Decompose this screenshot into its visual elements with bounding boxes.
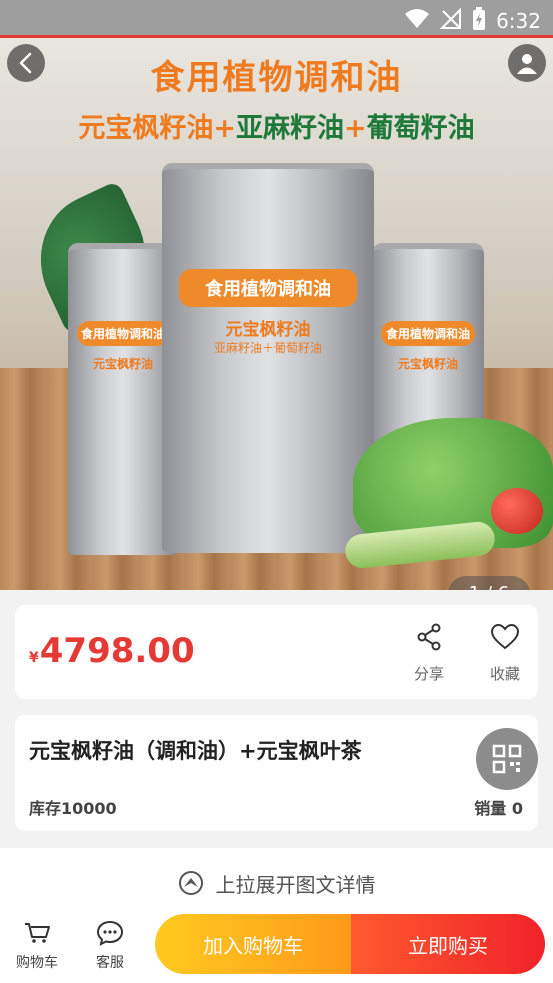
can-sub: 元宝枫籽油 xyxy=(225,320,311,340)
cart-tab-label: 购物车 xyxy=(16,955,58,971)
chevron-left-icon xyxy=(19,52,32,74)
wifi-icon xyxy=(404,8,430,34)
can-sub2: 亚麻籽油＋葡萄籽油 xyxy=(213,341,322,355)
add-to-cart-button[interactable]: 加入购物车 xyxy=(155,914,351,974)
favorite-button[interactable]: 收藏 xyxy=(475,621,535,684)
oil-can-center: 食用植物调和油 元宝枫籽油 亚麻籽油＋葡萄籽油 xyxy=(162,163,374,553)
customer-service-label: 客服 xyxy=(96,955,124,971)
user-icon xyxy=(517,54,537,74)
share-label: 分享 xyxy=(413,665,444,683)
can-sub: 元宝枫籽油 xyxy=(397,357,458,371)
status-icons: 6:32 xyxy=(404,7,541,35)
favorite-label: 收藏 xyxy=(489,665,520,683)
share-button[interactable]: 分享 xyxy=(399,621,459,684)
price: ¥ 4798.00 xyxy=(29,631,195,671)
arrow-up-circle-icon xyxy=(178,871,203,895)
sales-count: 销量 0 xyxy=(474,799,523,818)
stock-count: 库存10000 xyxy=(29,799,117,818)
page-indicator: 1 / 6 xyxy=(448,576,530,590)
tomato-decoration xyxy=(491,488,543,534)
hero-subtitle: 元宝枫籽油+亚麻籽油+葡萄籽油 xyxy=(0,106,553,145)
back-button[interactable] xyxy=(7,44,45,82)
customer-service-tab[interactable]: 客服 xyxy=(80,920,140,972)
buy-now-button[interactable]: 立即购买 xyxy=(351,914,545,974)
price-card: ¥ 4798.00 分享 收藏 xyxy=(15,605,538,699)
cart-tab[interactable]: 购物车 xyxy=(7,920,67,972)
user-button[interactable] xyxy=(508,44,546,82)
shopping-cart-icon xyxy=(7,920,67,946)
signal-icon xyxy=(439,7,462,34)
currency-symbol: ¥ xyxy=(29,650,39,666)
price-value: 4798.00 xyxy=(39,631,195,671)
hero-subtitle-part2: 亚麻籽油 xyxy=(236,113,344,144)
chat-bubble-icon xyxy=(80,920,140,946)
battery-icon xyxy=(472,7,486,35)
can-label: 食用植物调和油 xyxy=(76,321,170,346)
qr-code-icon xyxy=(492,744,522,774)
status-bar: 6:32 xyxy=(0,0,553,38)
hero-title: 食用植物调和油 xyxy=(150,58,403,98)
can-label: 食用植物调和油 xyxy=(380,321,476,346)
pull-up-hint-text: 上拉展开图文详情 xyxy=(215,872,376,897)
hero-subtitle-part4: 葡萄籽油 xyxy=(366,113,475,144)
can-label: 食用植物调和油 xyxy=(178,269,358,307)
product-info-card: 元宝枫籽油（调和油）+元宝枫叶茶 库存10000 销量 0 xyxy=(15,715,538,831)
hero-subtitle-part1: 元宝枫籽油+ xyxy=(78,113,236,144)
product-title: 元宝枫籽油（调和油）+元宝枫叶茶 xyxy=(29,739,362,763)
heart-icon xyxy=(475,621,535,653)
product-image-carousel[interactable]: 食用植物调和油 元宝枫籽油+亚麻籽油+葡萄籽油 食用植物调和油 元宝枫籽油 食用… xyxy=(0,38,553,590)
qr-code-button[interactable] xyxy=(476,728,538,790)
share-icon xyxy=(399,621,459,653)
hero-subtitle-part3: + xyxy=(344,113,367,144)
bottom-action-bar: 购物车 客服 加入购物车 立即购买 xyxy=(0,906,553,983)
status-time: 6:32 xyxy=(496,9,541,33)
